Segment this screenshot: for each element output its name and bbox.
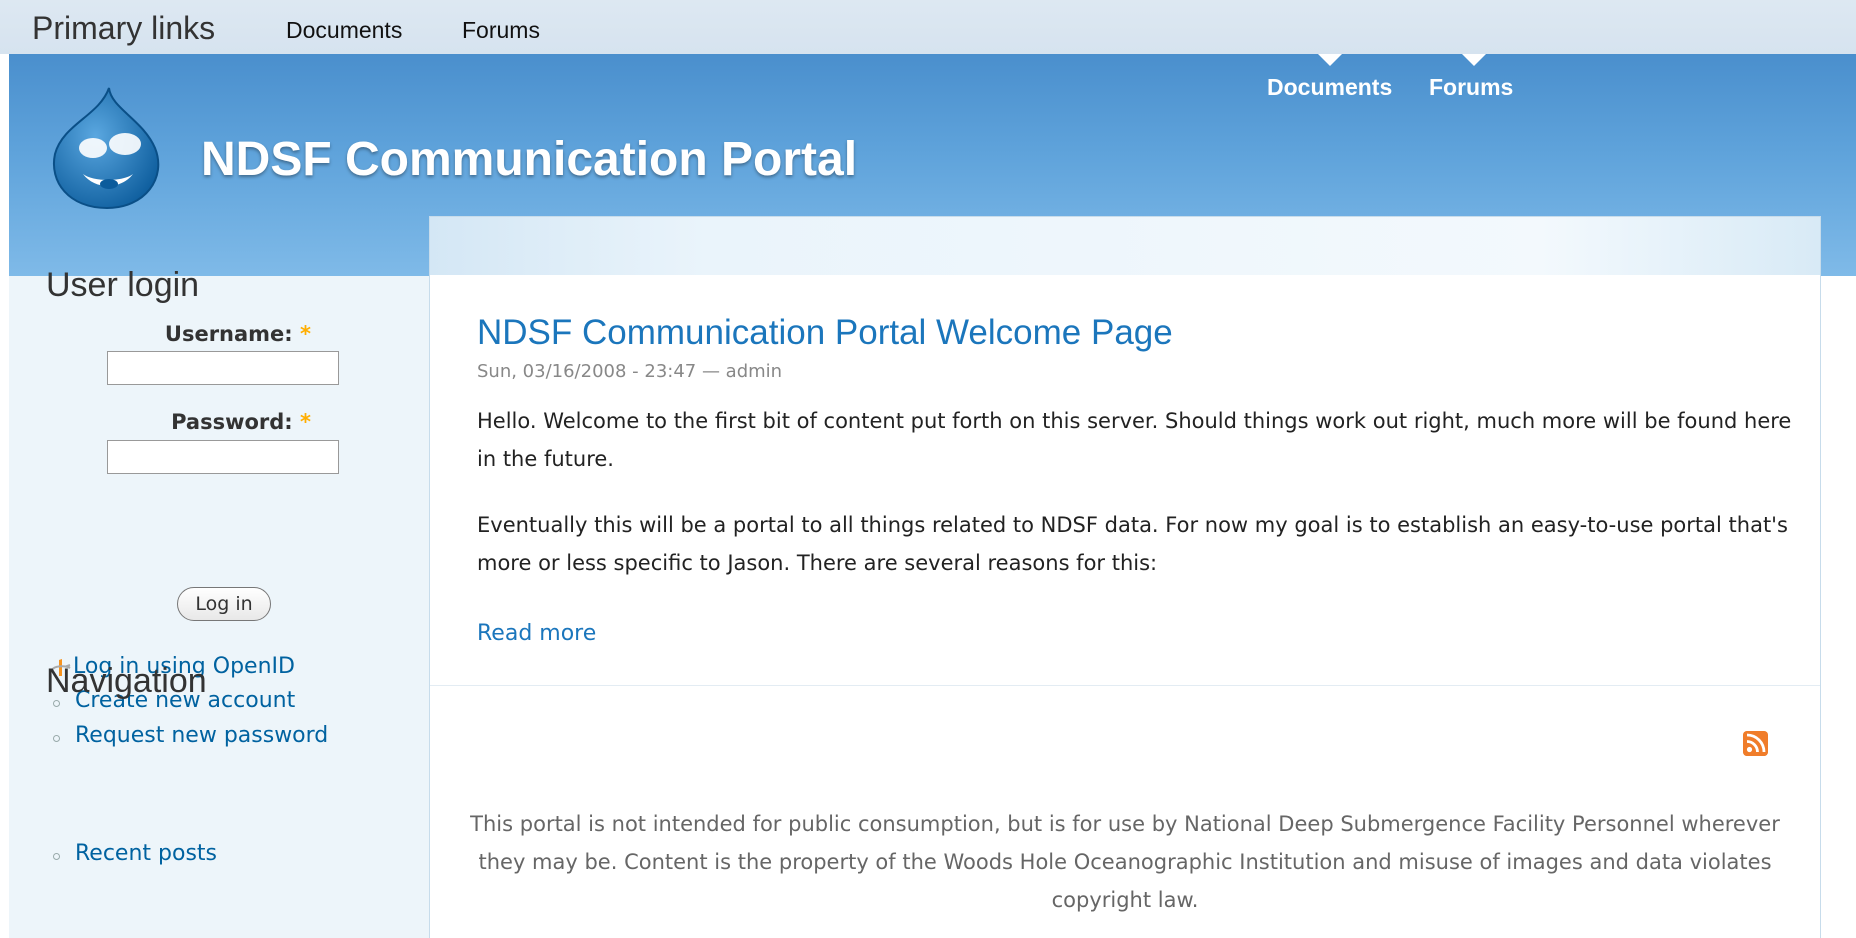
- active-tab-indicator: [1318, 54, 1342, 66]
- primary-link-documents[interactable]: Documents: [286, 17, 402, 44]
- primary-links-title: Primary links: [32, 10, 216, 46]
- main-content: NDSF Communication Portal Welcome Page S…: [429, 216, 1821, 938]
- node-paragraph-1: Hello. Welcome to the first bit of conte…: [477, 409, 1792, 471]
- list-bullet: [53, 700, 60, 707]
- content-top-band: [430, 217, 1820, 275]
- required-marker: *: [300, 322, 311, 346]
- drupal-logo-icon[interactable]: [47, 86, 165, 212]
- node-submitted-meta: Sun, 03/16/2008 - 23:47 — admin: [477, 361, 783, 382]
- password-label-text: Password:: [171, 410, 293, 434]
- content-divider: [430, 685, 1820, 686]
- recent-posts-link[interactable]: Recent posts: [75, 841, 217, 866]
- required-marker: *: [300, 410, 311, 434]
- username-label-text: Username:: [164, 322, 293, 346]
- site-name[interactable]: NDSF Communication Portal: [201, 132, 857, 187]
- password-input[interactable]: [107, 440, 339, 474]
- list-bullet: [53, 735, 60, 742]
- page: Primary links Documents Forums NDSF Comm…: [0, 0, 1856, 938]
- list-bullet: [53, 853, 60, 860]
- read-more-link[interactable]: Read more: [477, 621, 596, 646]
- username-input[interactable]: [107, 351, 339, 385]
- node-title-link[interactable]: NDSF Communication Portal Welcome Page: [477, 313, 1173, 353]
- primary-link-forums[interactable]: Forums: [462, 17, 540, 44]
- request-password-link[interactable]: Request new password: [75, 723, 328, 748]
- username-label: Username: *: [121, 322, 311, 346]
- primary-links-bar: Primary links Documents Forums: [0, 0, 1856, 54]
- user-login-heading: User login: [46, 266, 200, 304]
- password-label: Password: *: [121, 410, 311, 434]
- left-sidebar: User login Username: * Password: * Log i…: [9, 266, 429, 938]
- node-paragraph-2: Eventually this will be a portal to all …: [477, 513, 1788, 575]
- header-link-forums[interactable]: Forums: [1429, 74, 1513, 101]
- navigation-heading: Navigation: [46, 662, 207, 700]
- active-tab-indicator: [1462, 54, 1486, 66]
- header-link-documents[interactable]: Documents: [1267, 74, 1392, 101]
- footer-message: This portal is not intended for public c…: [470, 812, 1780, 912]
- log-in-button[interactable]: Log in: [177, 587, 271, 621]
- rss-feed-icon[interactable]: [1743, 731, 1768, 756]
